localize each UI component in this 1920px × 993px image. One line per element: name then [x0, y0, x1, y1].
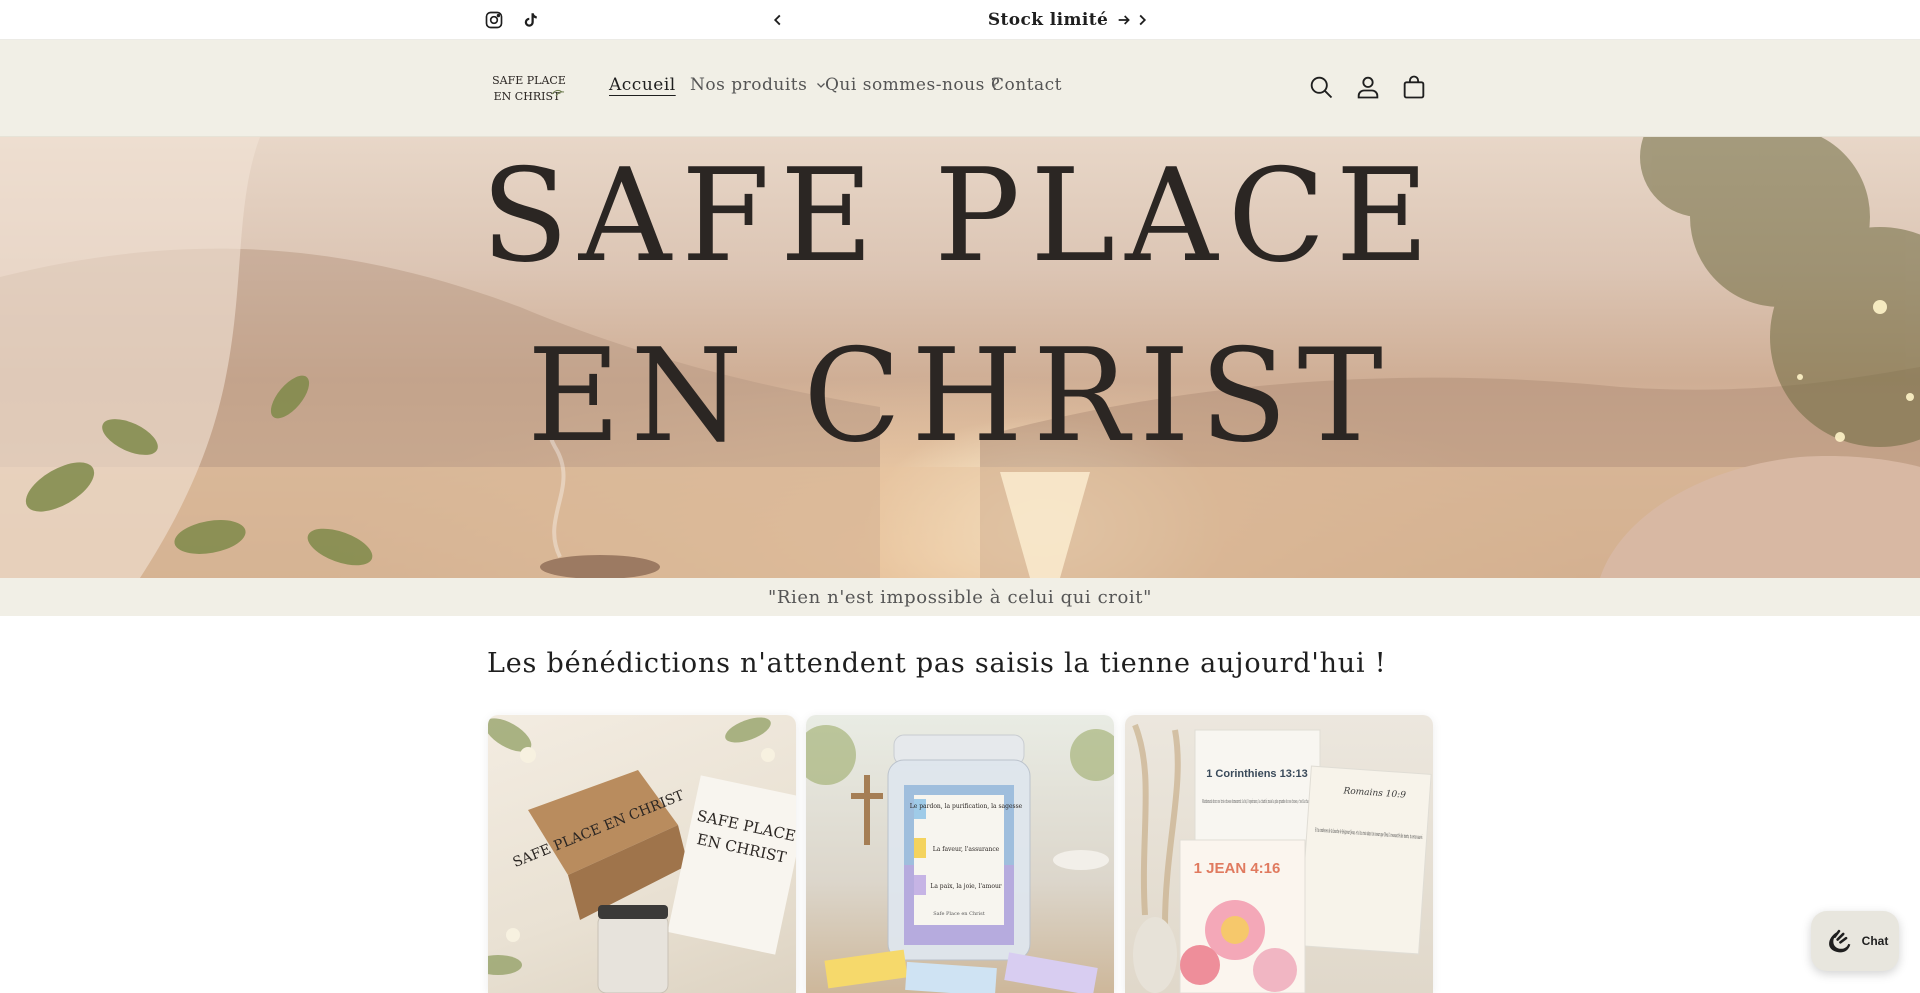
cart-icon[interactable]: [1400, 73, 1428, 101]
site-header: SAFE PLACE EN CHRIST Accueil Nos produit…: [0, 40, 1920, 137]
verse-card-3-title: 1 JEAN 4:16: [1194, 860, 1281, 877]
chat-label: Chat: [1861, 934, 1889, 948]
nav-nos-produits-label: Nos produits: [690, 75, 808, 95]
nav-contact[interactable]: Contact: [991, 75, 1062, 95]
account-icon[interactable]: [1354, 73, 1382, 101]
chat-icon: [1828, 929, 1850, 953]
chevron-left-icon[interactable]: [767, 9, 789, 31]
logo-line1: SAFE PLACE: [492, 74, 566, 87]
product-image-verses: 1 Corinthiens 13:13 Maintenant donc ces …: [1132, 723, 1432, 993]
product-card-coffret[interactable]: SAFE PLACE EN CHRIST SAFE PLACE EN CHRIS…: [488, 715, 796, 993]
announcement-message[interactable]: Stock limité: [810, 0, 1310, 40]
hero-title-line1: SAFE PLACE: [481, 142, 1439, 291]
logo-line2: EN CHRIST: [494, 90, 561, 103]
announcement-text: Stock limité: [987, 10, 1109, 30]
nav-accueil[interactable]: Accueil: [609, 75, 676, 95]
hero-banner: SAFE PLACE EN CHRIST: [0, 137, 1920, 578]
jar-label-1: Le pardon, la purification, la sagesse: [910, 803, 1023, 810]
product-image-jar: Le pardon, la purification, la sagesse L…: [806, 725, 1114, 993]
arrow-right-icon: [1118, 15, 1131, 25]
chevron-right-icon[interactable]: [1131, 9, 1153, 31]
quote-text: "Rien n'est impossible à celui qui croit…: [767, 586, 1152, 608]
nav-nos-produits[interactable]: Nos produits: [690, 75, 827, 95]
jar-label-3: La paix, la joie, l'amour: [930, 883, 1001, 890]
chat-button[interactable]: Chat: [1811, 911, 1899, 971]
jar-brand: Safe Place en Christ: [933, 911, 984, 917]
section-title: Les bénédictions n'attendent pas saisis …: [487, 648, 1387, 679]
verse-card-1-text: Maintenant donc ces trois choses demeure…: [1202, 798, 1312, 805]
product-image-coffret: SAFE PLACE EN CHRIST SAFE PLACE EN CHRIS…: [488, 717, 796, 993]
quote-band: "Rien n'est impossible à celui qui croit…: [0, 578, 1920, 616]
tiktok-icon[interactable]: [521, 10, 539, 30]
logo[interactable]: SAFE PLACE EN CHRIST: [488, 70, 570, 106]
product-card-verses[interactable]: 1 Corinthiens 13:13 Maintenant donc ces …: [1125, 715, 1433, 993]
instagram-icon[interactable]: [484, 10, 504, 30]
jar-label-2: La faveur, l'assurance: [933, 846, 1000, 853]
hero-title-line2: EN CHRIST: [527, 322, 1393, 471]
search-icon[interactable]: [1307, 73, 1335, 101]
announcement-bar: Stock limité: [0, 0, 1920, 40]
verse-card-1-title: 1 Corinthiens 13:13: [1206, 768, 1307, 780]
nav-qui-sommes-nous[interactable]: Qui sommes-nous ?: [825, 75, 1000, 95]
product-card-jar[interactable]: Le pardon, la purification, la sagesse L…: [806, 715, 1114, 993]
